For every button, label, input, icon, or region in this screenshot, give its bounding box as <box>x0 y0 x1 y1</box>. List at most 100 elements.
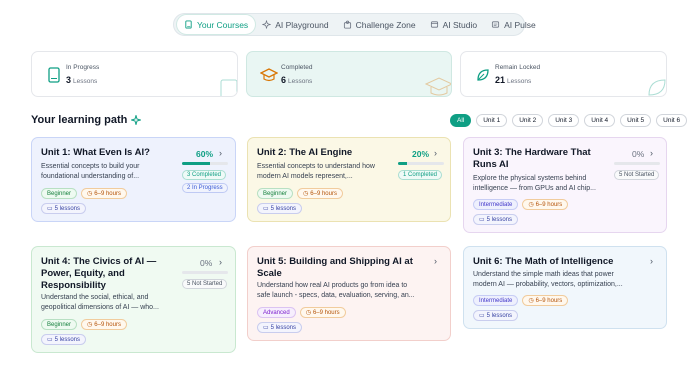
studio-icon <box>430 21 438 28</box>
progress-percent: 20% <box>412 149 430 159</box>
lessons-badge: ▭ 5 lessons <box>41 334 87 345</box>
book-icon: ▭ <box>47 337 53 343</box>
progress-percent: 60% <box>196 149 214 159</box>
unit-card-6[interactable]: Unit 6: The Math of Intelligence Underst… <box>463 246 667 329</box>
clock-icon: ◷ <box>303 191 309 197</box>
learning-path-title: Your learning path <box>31 114 142 126</box>
hours-badge: ◷ 6–9 hours <box>522 295 569 306</box>
completed-status: 1 Completed <box>398 170 443 180</box>
book-icon: ▭ <box>263 206 269 212</box>
unit-card-1[interactable]: Unit 1: What Even Is AI? Essential conce… <box>31 137 236 222</box>
leaf-icon <box>473 65 493 85</box>
not-started-status: 5 Not Started <box>614 170 660 180</box>
unit-card-5[interactable]: Unit 5: Building and Shipping AI at Scale… <box>247 246 451 341</box>
unit-title: Unit 2: The AI Engine <box>257 147 353 158</box>
tab-label: AI Studio <box>442 19 478 30</box>
hours-badge: ◷ 6–9 hours <box>81 319 127 330</box>
hours-badge: ◷ 6–9 hours <box>297 188 343 199</box>
filter-all[interactable]: All <box>450 114 472 127</box>
chevron-right-icon[interactable]: › <box>650 148 653 158</box>
unit-description: Understand the simple math ideas that po… <box>473 271 623 288</box>
filter-unit-4[interactable]: Unit 4 <box>584 114 616 127</box>
book-icon: ▭ <box>263 325 269 331</box>
unit-description: Essential concepts to understand how mode… <box>257 163 375 180</box>
completed-status: 3 Completed <box>182 170 227 180</box>
unit-title: Unit 6: The Math of Intelligence <box>473 256 614 267</box>
unit-filters: All Unit 1 Unit 2 Unit 3 Unit 4 Unit 5 U… <box>450 114 688 127</box>
in-progress-status: 2 In Progress <box>182 183 228 193</box>
progress-fill <box>398 162 408 165</box>
unit-description: Understand the social, ethical, and geopo… <box>41 294 159 311</box>
sparkle-icon <box>131 115 142 125</box>
progress-bar <box>182 271 228 274</box>
stat-locked: Remain Locked 21 Lessons <box>460 51 667 97</box>
stat-value: 21 Lessons <box>495 75 532 85</box>
stat-label: Remain Locked <box>495 64 541 71</box>
puzzle-icon <box>343 20 351 29</box>
tab-ai-playground[interactable]: AI Playground <box>255 15 335 34</box>
top-nav: Your Courses AI Playground Challenge Zon… <box>173 13 536 36</box>
graduation-cap-icon <box>259 65 279 85</box>
leaf-decoration-icon <box>648 79 666 96</box>
tab-label: AI Pulse <box>504 19 536 30</box>
stat-label: Completed <box>281 64 313 71</box>
level-badge: Beginner <box>41 319 78 330</box>
tab-challenge-zone[interactable]: Challenge Zone <box>336 15 423 34</box>
lessons-badge: ▭ 5 lessons <box>473 310 519 321</box>
clock-icon: ◷ <box>87 191 93 197</box>
progress-bar <box>614 162 660 165</box>
book-icon: ▭ <box>479 313 485 319</box>
unit-title: Unit 4: The Civics of AI — Power, Equity,… <box>41 256 157 291</box>
clock-icon: ◷ <box>87 322 93 328</box>
level-badge: Intermediate <box>473 295 519 306</box>
level-badge: Intermediate <box>473 199 519 210</box>
progress-bar <box>398 162 444 165</box>
tab-label: Your Courses <box>197 19 249 30</box>
unit-card-2[interactable]: Unit 2: The AI Engine Essential concepts… <box>247 137 451 222</box>
hours-badge: ◷ 6–9 hours <box>299 307 346 318</box>
filter-unit-1[interactable]: Unit 1 <box>476 114 508 127</box>
unit-description: Understand how real AI products go from … <box>257 282 415 299</box>
unit-card-3[interactable]: Unit 3: The Hardware That Runs AI Explore… <box>463 137 667 233</box>
unit-title: Unit 5: Building and Shipping AI at Scale <box>257 256 413 279</box>
tab-your-courses[interactable]: Your Courses <box>177 15 256 34</box>
stat-value: 3 Lessons <box>66 75 98 85</box>
chevron-right-icon[interactable]: › <box>434 256 437 266</box>
clock-icon: ◷ <box>305 310 311 316</box>
filter-unit-2[interactable]: Unit 2 <box>512 114 544 127</box>
pulse-icon <box>492 21 500 28</box>
graduation-cap-decoration-icon <box>424 77 451 96</box>
chevron-right-icon[interactable]: › <box>434 148 437 158</box>
lessons-badge: ▭ 5 lessons <box>257 322 303 333</box>
book-decoration-icon <box>220 79 237 96</box>
stat-completed: Completed 6 Lessons <box>246 51 452 97</box>
progress-percent: 0% <box>200 258 213 268</box>
progress-percent: 0% <box>632 149 645 159</box>
not-started-status: 5 Not Started <box>182 279 228 289</box>
chevron-right-icon[interactable]: › <box>650 256 653 266</box>
filter-unit-3[interactable]: Unit 3 <box>548 114 580 127</box>
chevron-right-icon[interactable]: › <box>219 148 222 158</box>
level-badge: Advanced <box>257 307 296 318</box>
stat-in-progress: In Progress 3 Lessons <box>31 51 238 97</box>
level-badge: Beginner <box>257 188 294 199</box>
level-badge: Beginner <box>41 188 78 199</box>
unit-title: Unit 1: What Even Is AI? <box>41 147 150 158</box>
clock-icon: ◷ <box>528 298 534 304</box>
progress-bar <box>182 162 228 165</box>
lessons-badge: ▭ 5 lessons <box>41 203 87 214</box>
filter-unit-5[interactable]: Unit 5 <box>620 114 652 127</box>
tab-label: AI Playground <box>275 19 329 30</box>
tab-ai-pulse[interactable]: AI Pulse <box>484 15 543 34</box>
tab-ai-studio[interactable]: AI Studio <box>423 15 485 34</box>
filter-unit-6[interactable]: Unit 6 <box>656 114 688 127</box>
unit-description: Essential concepts to build your foundati… <box>41 163 140 180</box>
clock-icon: ◷ <box>528 202 534 208</box>
hours-badge: ◷ 6–9 hours <box>522 199 569 210</box>
unit-card-4[interactable]: Unit 4: The Civics of AI — Power, Equity,… <box>31 246 236 353</box>
progress-fill <box>182 162 210 165</box>
stat-label: In Progress <box>66 64 100 71</box>
sparkle-icon <box>262 20 272 29</box>
stat-value: 6 Lessons <box>281 75 313 85</box>
chevron-right-icon[interactable]: › <box>219 257 222 267</box>
